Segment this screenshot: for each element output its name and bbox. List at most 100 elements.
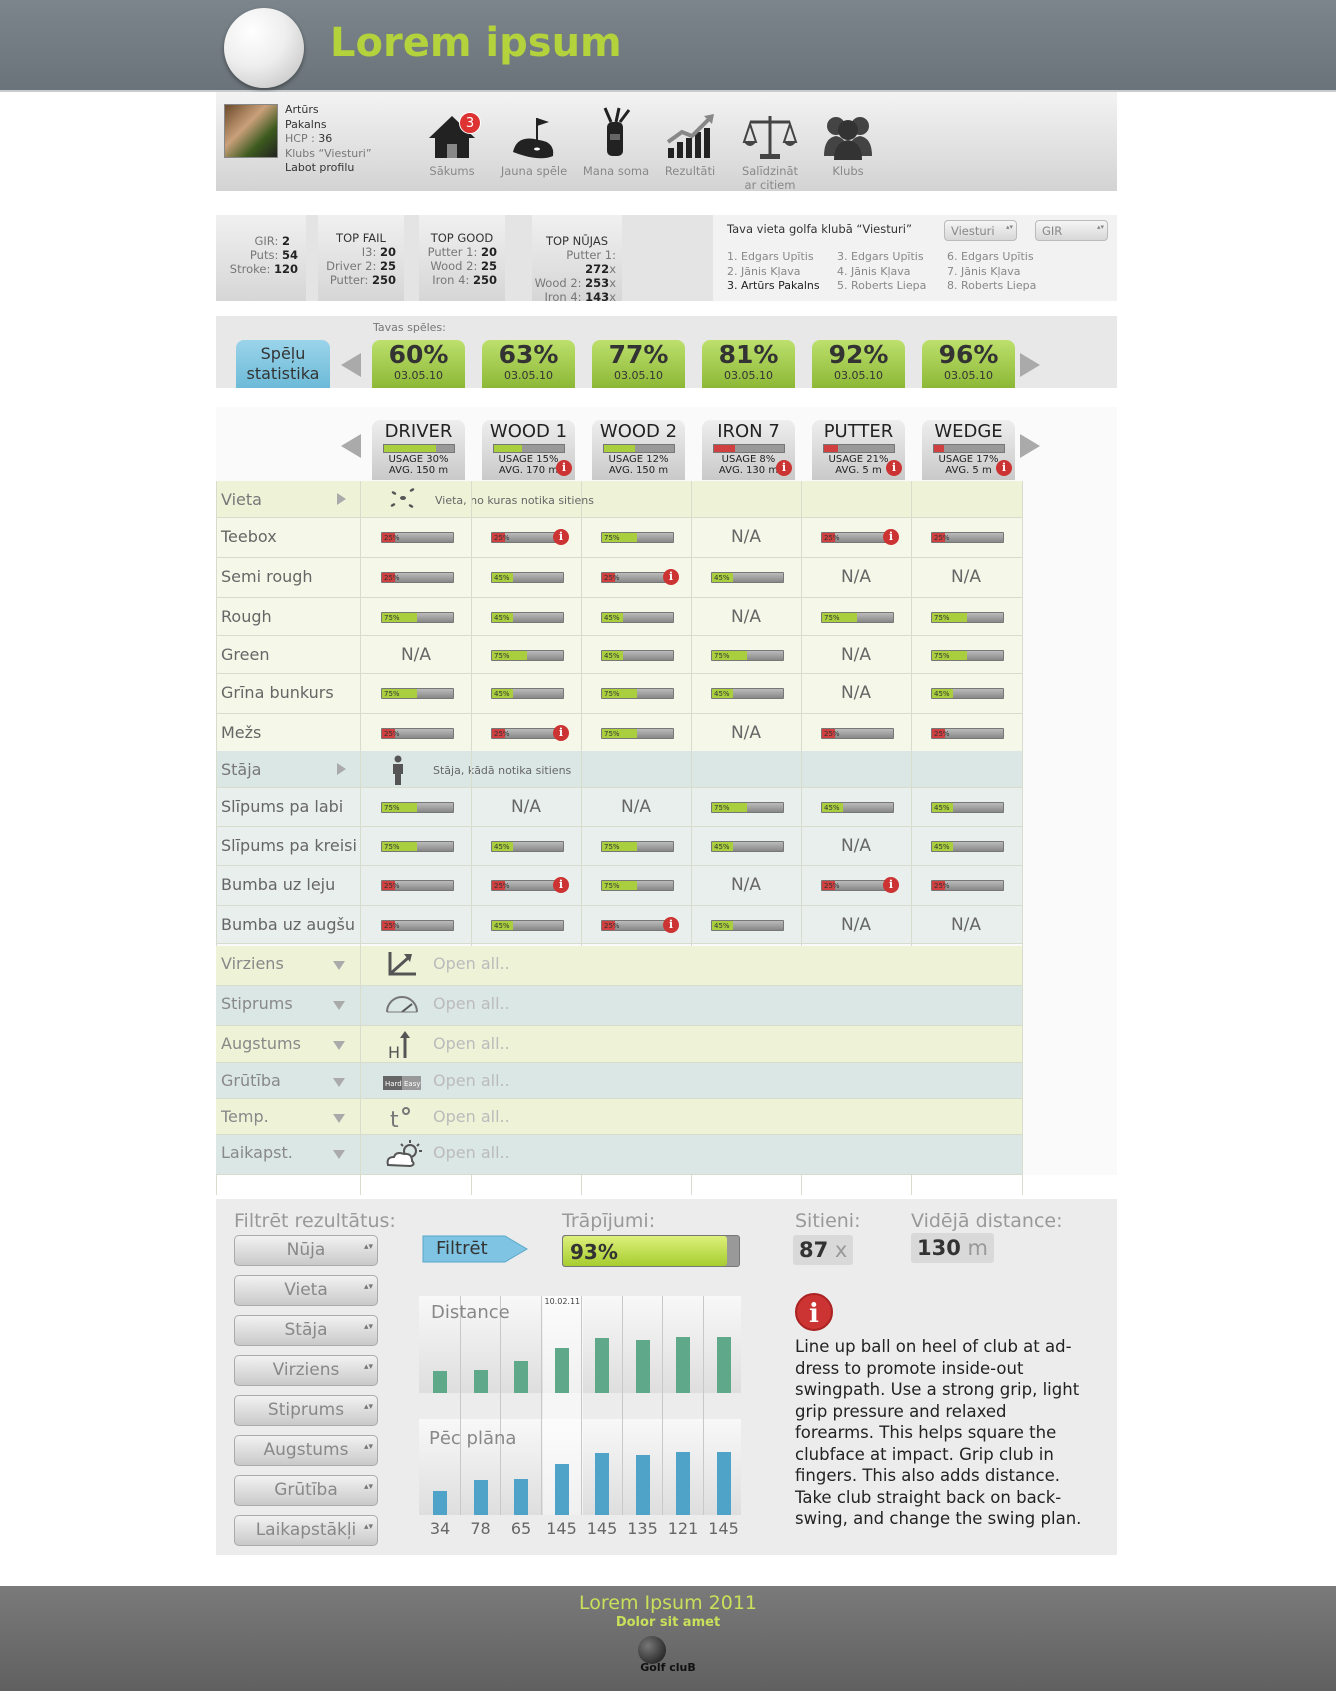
hit-rate-bar[interactable]: 75% xyxy=(381,688,454,699)
info-icon[interactable]: i xyxy=(886,460,902,476)
nav-golf-bag-button[interactable]: Mana soma xyxy=(575,106,657,178)
hit-rate-bar[interactable]: 25% xyxy=(931,728,1004,739)
hit-rate-bar[interactable]: 45% xyxy=(821,802,894,813)
hit-rate-bar[interactable]: 45% xyxy=(931,841,1004,852)
ranking-entry[interactable]: 6. Edgars Upītis xyxy=(947,250,1036,265)
nav-chart-trend-button[interactable]: Rezultāti xyxy=(649,106,731,178)
game-tab[interactable]: 92% 03.05.10 xyxy=(812,340,905,388)
filter-select-2[interactable]: Vieta xyxy=(234,1275,378,1306)
expand-arrow-icon[interactable] xyxy=(337,763,346,775)
hit-rate-bar[interactable]: 75% xyxy=(821,612,894,623)
filter-select-8[interactable]: Laikapstākļi xyxy=(234,1515,378,1546)
hit-rate-bar[interactable]: 75% xyxy=(601,728,674,739)
club-tab-putter[interactable]: PUTTER USAGE 21% AVG. 5 mi xyxy=(812,420,905,480)
club-tab-wood-2[interactable]: WOOD 2 USAGE 12% AVG. 150 m xyxy=(592,420,685,480)
expand-down-arrow-icon[interactable] xyxy=(333,1078,345,1087)
info-icon[interactable]: i xyxy=(776,460,792,476)
hit-rate-bar[interactable]: 75% xyxy=(381,612,454,623)
hit-rate-bar[interactable]: 45% xyxy=(491,841,564,852)
info-icon[interactable]: i xyxy=(663,917,679,933)
games-prev-arrow-icon[interactable] xyxy=(341,353,361,377)
open-all-link[interactable]: Open all.. xyxy=(433,1107,510,1126)
metric-select[interactable]: GIR xyxy=(1035,220,1108,241)
golf-ball-logo[interactable] xyxy=(224,8,304,88)
hit-rate-bar[interactable]: 25% xyxy=(821,728,894,739)
nav-golf-green-button[interactable]: Jauna spēle xyxy=(493,106,575,178)
nav-scales-button[interactable]: Salīdzināt ar citiem xyxy=(729,106,811,192)
ranking-entry[interactable]: 1. Edgars Upītis xyxy=(727,250,820,265)
game-tab[interactable]: 60% 03.05.10 xyxy=(372,340,465,388)
golf-club-logo-icon[interactable] xyxy=(638,1636,666,1664)
hit-rate-bar[interactable]: 25% xyxy=(931,532,1004,543)
open-all-link[interactable]: Open all.. xyxy=(433,1143,510,1162)
game-tab[interactable]: 63% 03.05.10 xyxy=(482,340,575,388)
open-all-link[interactable]: Open all.. xyxy=(433,1071,510,1090)
info-icon[interactable]: i xyxy=(556,460,572,476)
club-tab-driver[interactable]: DRIVER USAGE 30% AVG. 150 m xyxy=(372,420,465,480)
expand-down-arrow-icon[interactable] xyxy=(333,961,345,970)
hit-rate-bar[interactable]: 45% xyxy=(491,572,564,583)
hit-rate-bar[interactable]: 45% xyxy=(491,920,564,931)
game-tab[interactable]: 96% 03.05.10 xyxy=(922,340,1015,388)
ranking-entry[interactable]: 8. Roberts Liepa xyxy=(947,279,1036,294)
hit-rate-bar[interactable]: 25% xyxy=(381,532,454,543)
hit-rate-bar[interactable]: 75% xyxy=(381,802,454,813)
hit-rate-bar[interactable]: 75% xyxy=(931,650,1004,661)
hit-rate-bar[interactable]: 45% xyxy=(601,612,674,623)
ranking-entry[interactable]: 5. Roberts Liepa xyxy=(837,279,926,294)
open-all-link[interactable]: Open all.. xyxy=(433,954,510,973)
game-tab[interactable]: 77% 03.05.10 xyxy=(592,340,685,388)
info-icon[interactable]: i xyxy=(553,529,569,545)
games-next-arrow-icon[interactable] xyxy=(1020,353,1040,377)
hit-rate-bar[interactable]: 75% xyxy=(601,688,674,699)
ranking-entry[interactable]: 3. Edgars Upītis xyxy=(837,250,926,265)
ranking-entry[interactable]: 2. Jānis Kļava xyxy=(727,265,820,280)
expand-down-arrow-icon[interactable] xyxy=(333,1001,345,1010)
ranking-entry[interactable]: 4. Jānis Kļava xyxy=(837,265,926,280)
info-icon[interactable]: i xyxy=(663,569,679,585)
hit-rate-bar[interactable]: 75% xyxy=(491,650,564,661)
club-tab-wedge[interactable]: WEDGE USAGE 17% AVG. 5 mi xyxy=(922,420,1015,480)
game-tab[interactable]: 81% 03.05.10 xyxy=(702,340,795,388)
hit-rate-bar[interactable]: 75% xyxy=(711,650,784,661)
hit-rate-bar[interactable]: 45% xyxy=(711,688,784,699)
open-all-link[interactable]: Open all.. xyxy=(433,1034,510,1053)
edit-profile-link[interactable]: Labot profilu xyxy=(285,161,372,176)
expand-down-arrow-icon[interactable] xyxy=(333,1041,345,1050)
info-icon[interactable]: i xyxy=(883,877,899,893)
hit-rate-bar[interactable]: 45% xyxy=(711,841,784,852)
info-icon[interactable]: i xyxy=(996,460,1012,476)
hit-rate-bar[interactable]: 45% xyxy=(491,688,564,699)
hit-rate-bar[interactable]: 75% xyxy=(601,880,674,891)
filter-select-4[interactable]: Virziens xyxy=(234,1355,378,1386)
clubs-next-arrow-icon[interactable] xyxy=(1020,434,1040,458)
club-tab-wood-1[interactable]: WOOD 1 USAGE 15% AVG. 170 mi xyxy=(482,420,575,480)
hit-rate-bar[interactable]: 25% xyxy=(381,728,454,739)
expand-arrow-icon[interactable] xyxy=(337,493,346,505)
hit-rate-bar[interactable]: 75% xyxy=(601,841,674,852)
nav-home-button[interactable]: 3 Sākums xyxy=(411,106,493,178)
hit-rate-bar[interactable]: 75% xyxy=(931,612,1004,623)
expand-down-arrow-icon[interactable] xyxy=(333,1114,345,1123)
hit-rate-bar[interactable]: 45% xyxy=(711,920,784,931)
hit-rate-bar[interactable]: 25% xyxy=(381,920,454,931)
clubs-prev-arrow-icon[interactable] xyxy=(341,434,361,458)
filter-button[interactable]: Filtrēt xyxy=(421,1234,529,1264)
hit-rate-bar[interactable]: 25% xyxy=(931,880,1004,891)
info-icon[interactable]: i xyxy=(553,877,569,893)
hit-rate-bar[interactable]: 45% xyxy=(601,650,674,661)
info-icon[interactable]: i xyxy=(553,725,569,741)
hit-rate-bar[interactable]: 75% xyxy=(711,802,784,813)
ranking-entry[interactable]: 3. Artūrs Pakalns xyxy=(727,279,820,294)
hit-rate-bar[interactable]: 75% xyxy=(601,532,674,543)
club-tab-iron-7[interactable]: IRON 7 USAGE 8% AVG. 130 mi xyxy=(702,420,795,480)
hit-rate-bar[interactable]: 45% xyxy=(711,572,784,583)
hit-rate-bar[interactable]: 75% xyxy=(381,841,454,852)
hit-rate-bar[interactable]: 45% xyxy=(931,802,1004,813)
filter-select-3[interactable]: Stāja xyxy=(234,1315,378,1346)
hit-rate-bar[interactable]: 45% xyxy=(491,612,564,623)
nav-people-button[interactable]: Klubs xyxy=(807,106,889,178)
filter-select-5[interactable]: Stiprums xyxy=(234,1395,378,1426)
hit-rate-bar[interactable]: 45% xyxy=(931,688,1004,699)
hit-rate-bar[interactable]: 25% xyxy=(381,880,454,891)
